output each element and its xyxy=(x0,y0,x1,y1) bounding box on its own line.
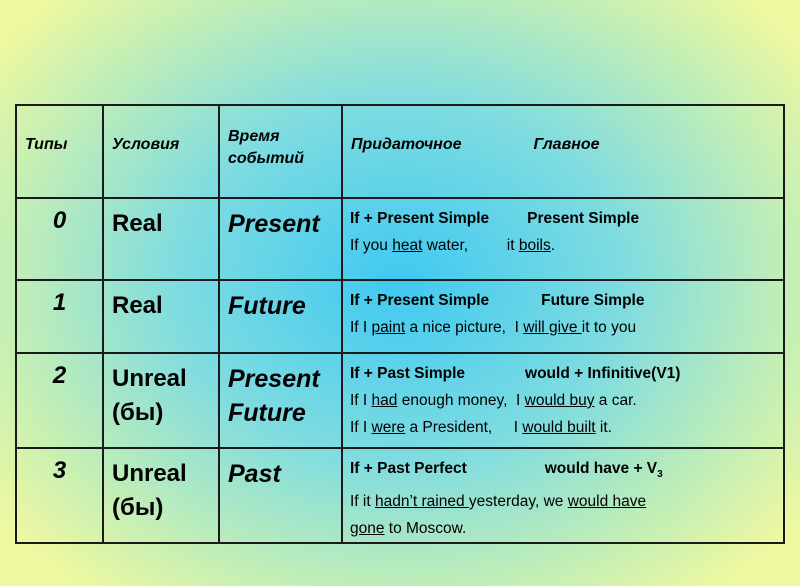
formula-main: would have + V xyxy=(544,460,658,477)
example-text: If you xyxy=(350,237,393,254)
underlined-verb: would buy xyxy=(524,392,595,409)
clause-cell: If + Present Simple Future Simple If I pai… xyxy=(341,279,785,354)
time-cell: Future xyxy=(218,279,343,354)
type-cell: 0 xyxy=(15,197,104,281)
underlined-verb: had xyxy=(371,392,398,409)
table-row: 1 Real Future If + Present Simple Future Sim… xyxy=(15,279,785,354)
formula-if: If + Present Simple xyxy=(350,210,490,227)
example-text: it to you xyxy=(581,319,637,336)
condition-cell: Unreal (бы) xyxy=(102,352,220,449)
example-line: If I paint a nice picture, I will give i… xyxy=(350,314,783,341)
example-text: If I xyxy=(350,319,372,336)
formula-if: If + Past Perfect xyxy=(350,460,467,477)
header-clauses: Придаточное Главное xyxy=(341,104,785,199)
table-row: 2 Unreal (бы) Present Future If + Past Simp… xyxy=(15,352,785,449)
clause-cell: If + Present Simple Present Simple If you … xyxy=(341,197,785,281)
table-row: 3 Unreal (бы) Past If + Past Perfect would h… xyxy=(15,446,785,545)
formula-if: If + Past Simple xyxy=(350,365,466,382)
example-text: water, it xyxy=(422,237,519,254)
table-row: 0 Real Present If + Present Simple Present S… xyxy=(15,197,785,281)
header-conditions: Условия xyxy=(102,104,220,199)
condition-cell: Unreal (бы) xyxy=(102,446,220,545)
underlined-verb: will give xyxy=(523,319,582,336)
underlined-verb: would have xyxy=(567,493,647,511)
example-text: a car. xyxy=(594,392,637,409)
example-line: If you heat water, it boils. xyxy=(350,232,783,259)
formula-line: If + Past Simple would + Infinitive(V1) xyxy=(350,360,783,387)
example-text: If I xyxy=(350,392,372,409)
header-row: Типы Условия Время событий Придаточное Гл… xyxy=(15,104,785,199)
example-line: If I had enough money, I would buy a car… xyxy=(350,387,783,414)
underlined-verb: gone xyxy=(350,520,385,538)
example-text: If I xyxy=(350,419,372,436)
formula-main: Present Simple xyxy=(527,210,640,227)
conditionals-table: Типы Условия Время событий Придаточное Гл… xyxy=(15,104,785,545)
time-cell: Past xyxy=(218,446,343,545)
example-text: If it xyxy=(350,493,375,511)
type-cell: 1 xyxy=(15,279,104,354)
underlined-verb: would built xyxy=(522,419,596,436)
formula-main: would + Infinitive(V1) xyxy=(525,365,681,382)
underlined-verb: were xyxy=(371,419,406,436)
clause-cell: If + Past Simple would + Infinitive(V1) If… xyxy=(341,352,785,449)
time-cell: Present xyxy=(218,197,343,281)
example-text: to Moscow. xyxy=(384,520,467,538)
formula-main: Future Simple xyxy=(541,292,645,309)
condition-cell: Real xyxy=(102,197,220,281)
example-text: . xyxy=(550,237,556,254)
clause-cell: If + Past Perfect would have + V3 If it ha… xyxy=(341,446,785,545)
type-cell: 2 xyxy=(15,352,104,449)
condition-cell: Real xyxy=(102,279,220,354)
underlined-verb: boils xyxy=(518,237,551,254)
example-line: If I were a President, I would built it. xyxy=(350,414,783,441)
header-subordinate: Придаточное xyxy=(351,136,462,153)
example-line: gone to Moscow. xyxy=(350,515,783,542)
underlined-verb: hadn’t rained xyxy=(374,493,469,511)
formula-line: If + Past Perfect would have + V3 xyxy=(350,455,783,488)
example-text: it. xyxy=(595,419,612,436)
formula-line: If + Present Simple Present Simple xyxy=(350,205,783,232)
underlined-verb: paint xyxy=(371,319,406,336)
example-line: If it hadn’t rained yesterday, we would … xyxy=(350,488,783,515)
example-text: enough money, I xyxy=(397,392,525,409)
formula-if: If + Present Simple xyxy=(350,292,490,309)
time-cell: Present Future xyxy=(218,352,343,449)
header-time: Время событий xyxy=(218,104,343,199)
header-main: Главное xyxy=(533,136,600,153)
type-cell: 3 xyxy=(15,446,104,545)
formula-line: If + Present Simple Future Simple xyxy=(350,287,783,314)
example-text: a nice picture, I xyxy=(405,319,524,336)
underlined-verb: heat xyxy=(392,237,423,254)
formula-subscript: 3 xyxy=(657,469,663,481)
example-text: a President, I xyxy=(405,419,523,436)
example-text: yesterday, we xyxy=(468,493,568,511)
header-types: Типы xyxy=(15,104,104,199)
